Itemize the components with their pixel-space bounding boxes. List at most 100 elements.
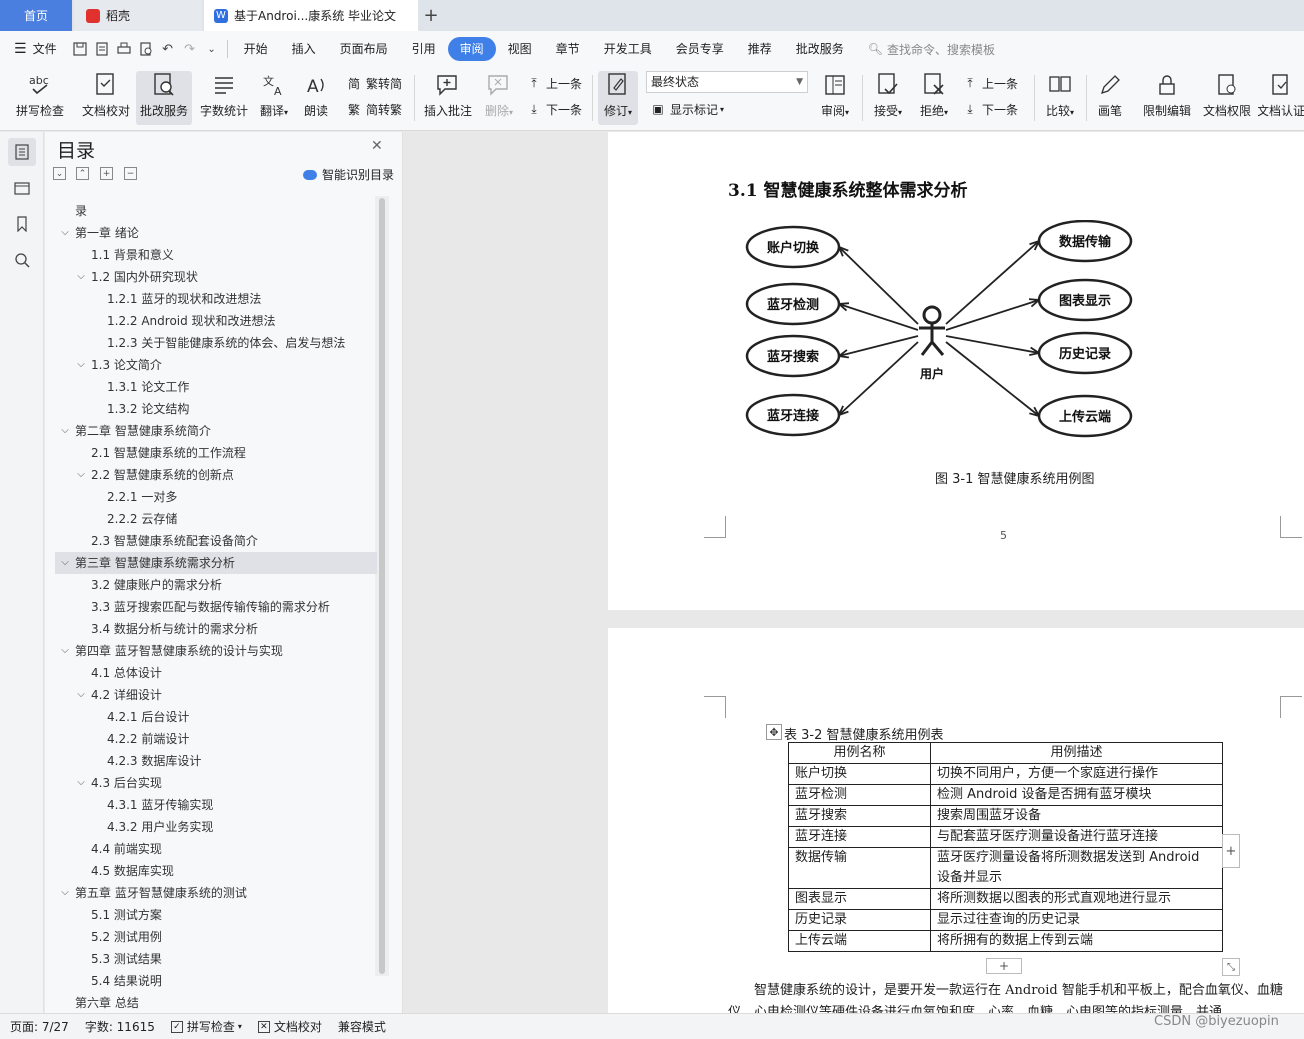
page-indicator[interactable]: 页面: 7/27 xyxy=(10,1018,69,1035)
use-case-table[interactable]: 用例名称 用例描述 账户切换 切换不同用户，方便一个家庭进行操作 蓝牙检测 检测 And… xyxy=(788,742,1223,952)
toc-item[interactable]: ⌵ 1.2 国内外研究现状 xyxy=(55,266,377,288)
toc-item[interactable]: 4.3.2 用户业务实现 xyxy=(55,816,377,838)
trad-to-simp-button[interactable]: 简繁转简 xyxy=(346,72,402,94)
compare-button[interactable]: 比较▾ xyxy=(1040,71,1080,125)
tab-daoke[interactable]: 稻壳 xyxy=(74,0,202,31)
toc-item[interactable]: 5.1 测试方案 xyxy=(55,904,377,926)
table-row[interactable]: 图表显示 将所测数据以图表的形式直观地进行显示 xyxy=(788,888,1223,910)
toc-item[interactable]: ⌵ 第四章 蓝牙智慧健康系统的设计与实现 xyxy=(55,640,377,662)
table-cell[interactable]: 与配套蓝牙医疗测量设备进行蓝牙连接 xyxy=(930,826,1223,848)
toc-item[interactable]: ⌵ 4.2 详细设计 xyxy=(55,684,377,706)
add-heading-icon[interactable]: + xyxy=(100,167,113,180)
table-row[interactable]: 历史记录 显示过往查询的历史记录 xyxy=(788,909,1223,931)
toc-item[interactable]: 3.2 健康账户的需求分析 xyxy=(55,574,377,596)
doc-auth-button[interactable]: 文档认证 xyxy=(1258,71,1304,125)
toc-item[interactable]: 4.2.1 后台设计 xyxy=(55,706,377,728)
menu-item[interactable]: 开发工具 xyxy=(592,37,664,61)
remove-heading-icon[interactable]: − xyxy=(124,167,137,180)
save-icon[interactable] xyxy=(69,38,91,60)
menu-item[interactable]: 插入 xyxy=(280,37,328,61)
next-change-button[interactable]: ⤓ 下一条 xyxy=(962,98,1018,120)
toc-item[interactable]: 1.2.1 蓝牙的现状和改进想法 xyxy=(55,288,377,310)
toc-item[interactable]: 第六章 总结 xyxy=(55,992,377,1013)
table-cell[interactable]: 账户切换 xyxy=(788,763,931,785)
toc-item[interactable]: 1.1 背景和意义 xyxy=(55,244,377,266)
table-row[interactable]: 账户切换 切换不同用户，方便一个家庭进行操作 xyxy=(788,763,1223,785)
bookmark-icon[interactable] xyxy=(8,210,36,238)
translate-button[interactable]: 文A 翻译▾ xyxy=(256,71,292,125)
correction-service-button[interactable]: 批改服务 xyxy=(136,71,192,125)
toc-item[interactable]: 4.5 数据库实现 xyxy=(55,860,377,882)
read-aloud-button[interactable]: A 朗读 xyxy=(298,71,334,125)
table-cell[interactable]: 蓝牙检测 xyxy=(788,784,931,806)
toc-item[interactable]: ⌵ 1.3 论文简介 xyxy=(55,354,377,376)
table-cell[interactable]: 将所测数据以图表的形式直观地进行显示 xyxy=(930,888,1223,910)
accept-button[interactable]: 接受▾ xyxy=(868,71,908,125)
toc-item[interactable]: 4.2.2 前端设计 xyxy=(55,728,377,750)
redo-icon[interactable]: ↷ xyxy=(179,38,201,60)
spell-check-button[interactable]: abc 拼写检查 xyxy=(10,71,70,125)
table-row[interactable]: 蓝牙连接 与配套蓝牙医疗测量设备进行蓝牙连接 xyxy=(788,826,1223,848)
table-header-cell[interactable]: 用例名称 xyxy=(788,742,931,764)
toc-item[interactable]: 1.3.2 论文结构 xyxy=(55,398,377,420)
toc-item[interactable]: 5.3 测试结果 xyxy=(55,948,377,970)
document-page[interactable]: 3.1 智慧健康系统整体需求分析 账户切换 蓝牙检测 蓝牙搜索 蓝牙连接 数据传输 图表显… xyxy=(608,132,1304,610)
toc-item[interactable]: ⌵ 第三章 智慧健康系统需求分析 xyxy=(55,552,377,574)
prev-change-button[interactable]: ⤒ 上一条 xyxy=(962,72,1018,94)
status-spell-check[interactable]: ✓ 拼写检查 ▾ xyxy=(170,1018,242,1035)
toc-item[interactable]: ⌵ 2.2 智慧健康系统的创新点 xyxy=(55,464,377,486)
toc-scrollbar[interactable] xyxy=(379,198,385,974)
toc-item[interactable]: 5.4 结果说明 xyxy=(55,970,377,992)
table-resize-icon[interactable]: ⤡ xyxy=(1222,958,1240,976)
chevron-down-icon[interactable]: ⌵ xyxy=(59,552,71,574)
table-row[interactable]: 蓝牙搜索 搜索周围蓝牙设备 xyxy=(788,805,1223,827)
pen-button[interactable]: 画笔 xyxy=(1092,71,1128,125)
chevron-down-icon[interactable]: ⌵ xyxy=(75,266,87,288)
toc-item[interactable]: 1.3.1 论文工作 xyxy=(55,376,377,398)
table-cell[interactable]: 蓝牙连接 xyxy=(788,826,931,848)
file-menu[interactable]: ☰ 文件 xyxy=(0,37,69,61)
toc-item[interactable]: 2.3 智慧健康系统配套设备简介 xyxy=(55,530,377,552)
collapse-all-icon[interactable]: ⌄ xyxy=(53,167,66,180)
word-count[interactable]: 字数: 11615 xyxy=(85,1018,155,1035)
doc-proof-button[interactable]: 文档校对 xyxy=(78,71,134,125)
table-cell[interactable]: 图表显示 xyxy=(788,888,931,910)
chevron-down-icon[interactable]: ⌵ xyxy=(75,772,87,794)
show-markup-button[interactable]: ▣ 显示标记 ▾ xyxy=(650,98,724,120)
menu-item[interactable]: 批改服务 xyxy=(784,37,856,61)
document-page[interactable]: ✥ 表 3-2 智慧健康系统用例表 用例名称 用例描述 账户切换 切换不同用户，方便… xyxy=(608,628,1304,1013)
tab-home[interactable]: 首页 xyxy=(0,0,72,31)
toc-item[interactable]: 1.2.3 关于智能健康系统的体会、启发与想法 xyxy=(55,332,377,354)
table-cell[interactable]: 上传云端 xyxy=(788,930,931,952)
toc-item[interactable]: 2.1 智慧健康系统的工作流程 xyxy=(55,442,377,464)
chevron-down-icon[interactable]: ⌵ xyxy=(59,882,71,904)
toc-item[interactable]: 4.1 总体设计 xyxy=(55,662,377,684)
next-comment-button[interactable]: ⤓ 下一条 xyxy=(526,98,582,120)
tab-document[interactable]: W 基于Androi...康系统 毕业论文 xyxy=(204,0,418,31)
table-row[interactable]: 蓝牙检测 检测 Android 设备是否拥有蓝牙模块 xyxy=(788,784,1223,806)
chevron-down-icon[interactable]: ⌵ xyxy=(75,354,87,376)
table-cell[interactable]: 蓝牙搜索 xyxy=(788,805,931,827)
menu-item[interactable]: 视图 xyxy=(496,37,544,61)
toc-item[interactable]: ⌵ 第二章 智慧健康系统简介 xyxy=(55,420,377,442)
export-icon[interactable] xyxy=(91,38,113,60)
menu-item[interactable]: 引用 xyxy=(400,37,448,61)
table-row[interactable]: 数据传输 蓝牙医疗测量设备将所测数据发送到 Android 设备并显示 xyxy=(788,847,1223,889)
expand-up-icon[interactable]: ⌃ xyxy=(76,167,89,180)
smart-toc-button[interactable]: 智能识别目录 xyxy=(303,166,394,183)
print-preview-icon[interactable] xyxy=(135,38,157,60)
toc-panel-icon[interactable] xyxy=(8,138,36,166)
toc-item[interactable]: ⌵ 4.3 后台实现 xyxy=(55,772,377,794)
chevron-down-icon[interactable]: ⌵ xyxy=(59,420,71,442)
table-move-handle-icon[interactable]: ✥ xyxy=(766,724,782,740)
markup-status-select[interactable]: 最终状态 ▼ xyxy=(646,71,808,93)
prev-comment-button[interactable]: ⤒ 上一条 xyxy=(526,72,582,94)
toc-item[interactable]: 4.4 前端实现 xyxy=(55,838,377,860)
table-cell[interactable]: 数据传输 xyxy=(788,847,931,889)
toc-item[interactable]: 1.2.2 Android 现状和改进想法 xyxy=(55,310,377,332)
menu-item[interactable]: 推荐 xyxy=(736,37,784,61)
status-doc-proof[interactable]: ✕ 文档校对 xyxy=(257,1018,322,1035)
print-icon[interactable] xyxy=(113,38,135,60)
table-cell[interactable]: 搜索周围蓝牙设备 xyxy=(930,805,1223,827)
toc-item[interactable]: 2.2.1 一对多 xyxy=(55,486,377,508)
